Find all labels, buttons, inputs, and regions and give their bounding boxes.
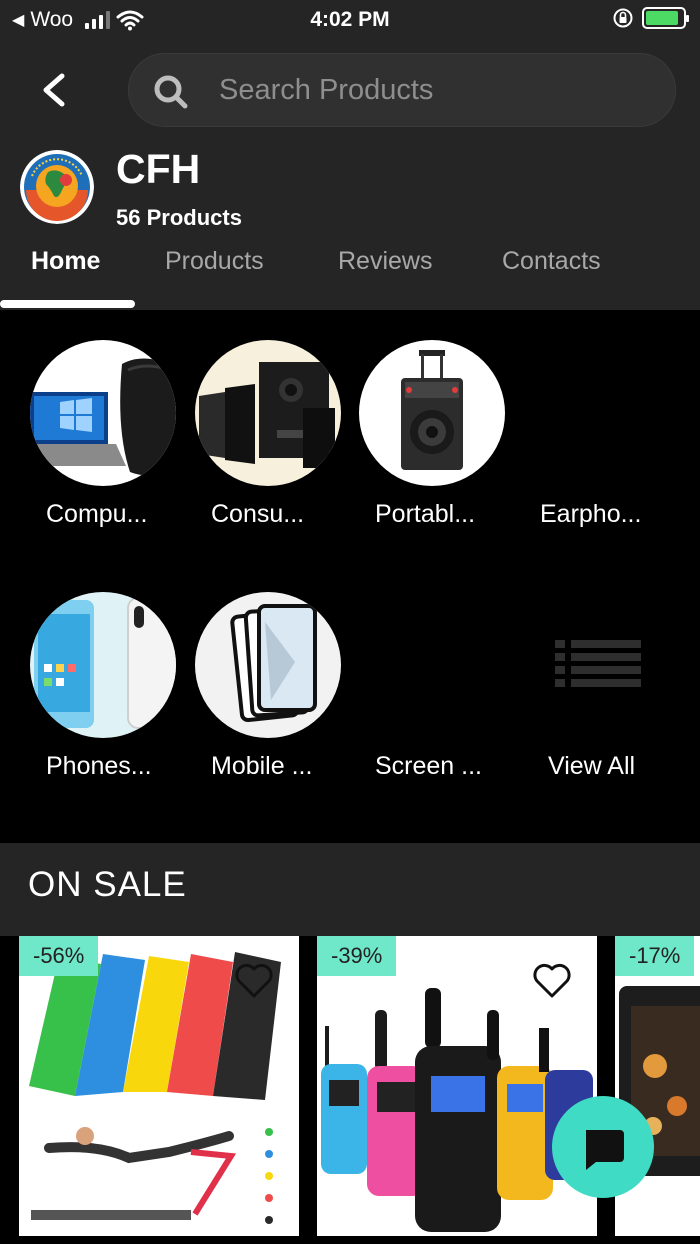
- clock: 4:02 PM: [310, 8, 390, 31]
- product-card[interactable]: -56%: [19, 936, 299, 1236]
- screen-protector-image: [195, 592, 341, 738]
- heart-icon[interactable]: [233, 960, 275, 1000]
- phones-image: [30, 592, 176, 738]
- discount-badge: -56%: [19, 936, 99, 976]
- chat-icon: [586, 1130, 624, 1170]
- speaker-set-image: [195, 340, 341, 486]
- store-name: CFH: [116, 146, 201, 192]
- discount-badge: -17%: [615, 936, 695, 976]
- product-count: 56 Products: [116, 205, 242, 230]
- store-tabs: Home Products Reviews Contacts: [0, 245, 700, 310]
- store-header: CFH 56 Products Home Products Reviews Co…: [0, 40, 700, 310]
- category-grid: Compu... Consu... Portabl... Earpho... P…: [0, 310, 700, 843]
- tab-contacts[interactable]: Contacts: [502, 247, 601, 276]
- chat-button[interactable]: [552, 1096, 654, 1198]
- search-icon: [154, 75, 188, 109]
- tab-home[interactable]: Home: [31, 247, 100, 276]
- search-input[interactable]: [219, 70, 639, 110]
- party-speaker-image: [359, 340, 505, 486]
- search-bar[interactable]: [128, 53, 676, 127]
- active-tab-indicator: [0, 300, 135, 308]
- status-bar: ◀ Woo 4:02 PM: [0, 0, 700, 40]
- on-sale-header: ON SALE: [0, 843, 700, 936]
- store-logo[interactable]: [20, 150, 94, 224]
- tab-reviews[interactable]: Reviews: [338, 247, 432, 276]
- category-label: Earpho...: [540, 500, 642, 528]
- discount-badge: -39%: [317, 936, 397, 976]
- view-all-label: View All: [548, 752, 636, 780]
- section-title: ON SALE: [28, 865, 187, 904]
- list-icon[interactable]: [555, 640, 641, 688]
- battery-icon: [642, 7, 689, 29]
- laptop-bag-image: [30, 340, 176, 486]
- back-arrow-icon[interactable]: [30, 70, 80, 110]
- tab-products[interactable]: Products: [165, 247, 264, 276]
- heart-icon[interactable]: [531, 960, 573, 1000]
- orientation-lock-icon: [613, 8, 633, 28]
- status-right: [612, 7, 689, 29]
